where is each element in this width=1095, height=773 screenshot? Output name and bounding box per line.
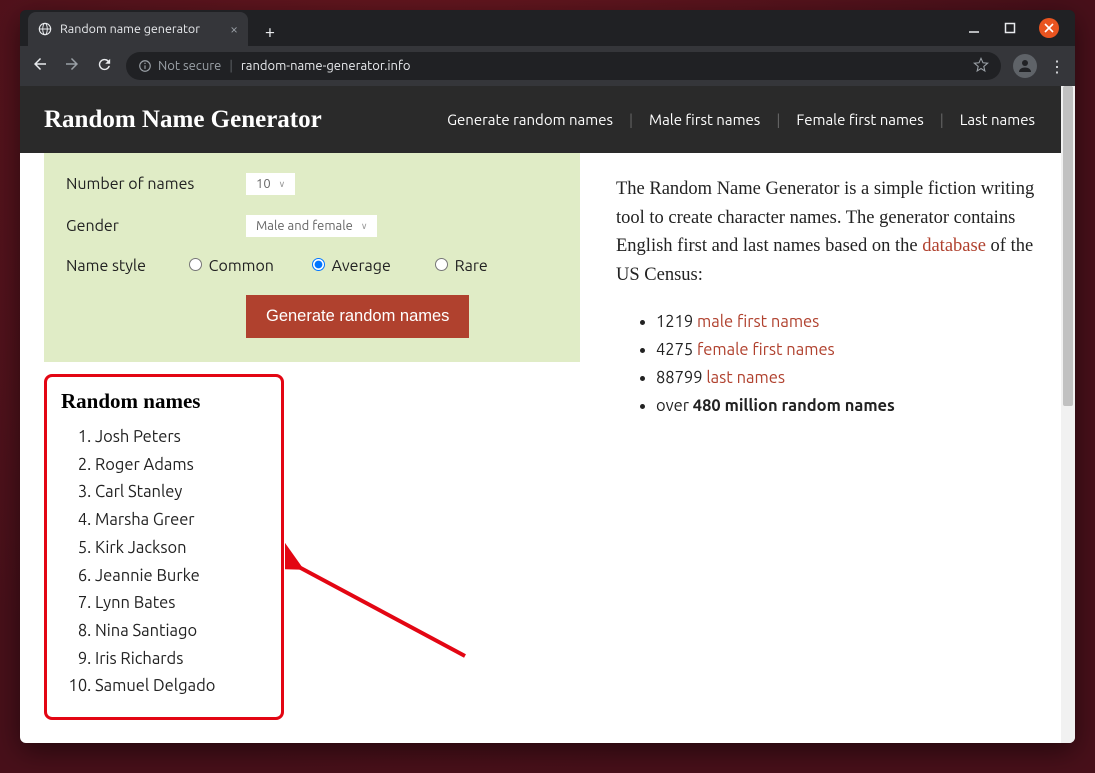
database-link[interactable]: database <box>922 236 986 256</box>
stat-female: 4275 female first names <box>656 336 1039 364</box>
address-bar[interactable]: Not secure | random-name-generator.info <box>126 52 1001 80</box>
gender-select[interactable]: Male and female ∨ <box>246 215 377 237</box>
nav-last[interactable]: Last names <box>944 111 1051 128</box>
generate-button[interactable]: Generate random names <box>246 295 469 338</box>
site-header: Random Name Generator Generate random na… <box>20 86 1075 153</box>
url-text: random-name-generator.info <box>241 59 411 73</box>
scrollbar-thumb[interactable] <box>1063 86 1073 406</box>
female-first-names-link[interactable]: female first names <box>697 341 835 359</box>
vertical-scrollbar[interactable] <box>1061 86 1075 743</box>
list-item: Jeannie Burke <box>95 563 267 591</box>
stat-total: over 480 million random names <box>656 392 1039 420</box>
gender-label: Gender <box>66 217 246 235</box>
omnibox-divider: | <box>229 59 233 73</box>
bookmark-star-icon[interactable] <box>973 57 989 76</box>
site-nav: Generate random names | Male first names… <box>431 111 1051 128</box>
tab-close-icon[interactable]: × <box>230 21 238 37</box>
results-panel: Random names Josh PetersRoger AdamsCarl … <box>44 374 284 720</box>
list-item: Nina Santiago <box>95 618 267 646</box>
chevron-down-icon: ∨ <box>279 179 286 190</box>
browser-toolbar: Not secure | random-name-generator.info … <box>20 46 1075 86</box>
not-secure-label: Not secure <box>158 59 221 73</box>
tab-title: Random name generator <box>60 22 200 36</box>
radio-common[interactable]: Common <box>189 257 302 275</box>
nav-generate[interactable]: Generate random names <box>431 111 629 128</box>
overflow-menu-icon[interactable]: ⋮ <box>1049 57 1065 76</box>
window-controls <box>967 10 1075 46</box>
radio-average[interactable]: Average <box>312 257 425 275</box>
new-tab-button[interactable]: + <box>256 18 284 46</box>
number-of-names-select[interactable]: 10 ∨ <box>246 173 295 195</box>
list-item: Roger Adams <box>95 452 267 480</box>
radio-rare[interactable]: Rare <box>435 257 548 275</box>
left-column: Number of names 10 ∨ Gender Male and fem… <box>20 153 580 720</box>
list-item: Lynn Bates <box>95 590 267 618</box>
list-item: Iris Richards <box>95 646 267 674</box>
list-item: Josh Peters <box>95 424 267 452</box>
stat-last: 88799 last names <box>656 364 1039 392</box>
browser-tab[interactable]: Random name generator × <box>28 12 248 46</box>
results-heading: Random names <box>61 389 267 414</box>
page-viewport: Random Name Generator Generate random na… <box>20 86 1075 743</box>
forward-button[interactable] <box>62 55 82 77</box>
globe-icon <box>38 22 52 36</box>
stats-list: 1219 male first names 4275 female first … <box>616 308 1039 420</box>
number-of-names-label: Number of names <box>66 175 246 193</box>
list-item: Samuel Delgado <box>95 673 267 701</box>
intro-paragraph: The Random Name Generator is a simple fi… <box>616 175 1039 290</box>
list-item: Carl Stanley <box>95 479 267 507</box>
site-title: Random Name Generator <box>44 106 322 134</box>
page-content: Number of names 10 ∨ Gender Male and fem… <box>20 153 1075 720</box>
names-list: Josh PetersRoger AdamsCarl StanleyMarsha… <box>61 424 267 701</box>
desktop-background: Random name generator × + <box>0 0 1095 773</box>
name-style-label: Name style <box>66 257 179 275</box>
chevron-down-icon: ∨ <box>361 221 368 232</box>
list-item: Marsha Greer <box>95 507 267 535</box>
generator-form: Number of names 10 ∨ Gender Male and fem… <box>44 153 580 362</box>
minimize-icon[interactable] <box>967 21 981 35</box>
list-item: Kirk Jackson <box>95 535 267 563</box>
maximize-icon[interactable] <box>1003 21 1017 35</box>
right-column: The Random Name Generator is a simple fi… <box>580 153 1075 720</box>
stat-male: 1219 male first names <box>656 308 1039 336</box>
back-button[interactable] <box>30 55 50 77</box>
info-icon <box>138 59 152 73</box>
tab-strip: Random name generator × + <box>20 10 1075 46</box>
male-first-names-link[interactable]: male first names <box>697 313 819 331</box>
browser-window: Random name generator × + <box>20 10 1075 743</box>
last-names-link[interactable]: last names <box>706 369 785 387</box>
profile-avatar[interactable] <box>1013 54 1037 78</box>
reload-button[interactable] <box>94 56 114 77</box>
window-close-icon[interactable] <box>1039 18 1059 38</box>
nav-male[interactable]: Male first names <box>633 111 776 128</box>
nav-female[interactable]: Female first names <box>780 111 939 128</box>
security-status[interactable]: Not secure <box>138 59 221 73</box>
